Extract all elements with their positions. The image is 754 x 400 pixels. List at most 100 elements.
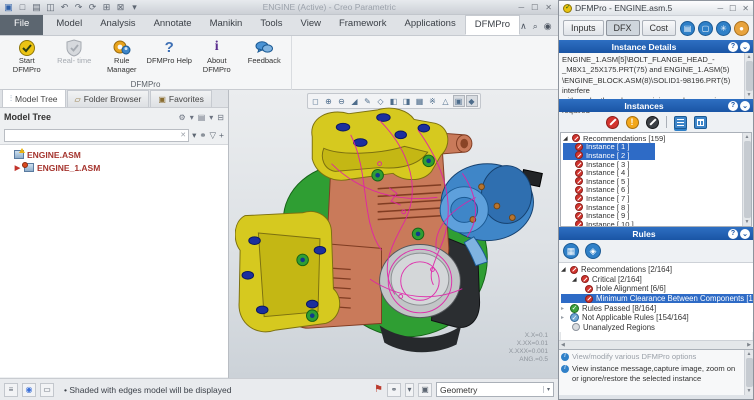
search-icon[interactable]: ⌕ (533, 21, 538, 32)
tree-collapse-icon[interactable]: ⊟ (217, 113, 224, 122)
sync-icon[interactable]: ◉ (544, 21, 552, 32)
rule-row-unanalyzed[interactable]: Unanalyzed Regions (561, 323, 753, 332)
clear-results-icon[interactable]: ▢ (698, 21, 713, 36)
tab-file[interactable]: File (0, 15, 43, 35)
find-tool-icon[interactable]: ⚭ (387, 383, 401, 397)
rule-manager-button[interactable]: Rule Manager (99, 38, 145, 80)
add-filter-icon[interactable]: + (219, 130, 224, 140)
find-caret[interactable]: ▾ (405, 383, 414, 397)
options-icon[interactable]: ● (734, 21, 749, 36)
dfmpro-maximize-button[interactable]: ☐ (729, 4, 736, 13)
instance-row[interactable]: Instance [ 8 ] (563, 203, 742, 212)
tree-columns-caret[interactable]: ▾ (209, 113, 213, 122)
instance-row[interactable]: Instance [ 7 ] (563, 194, 742, 203)
tab-folder-browser[interactable]: ▱ Folder Browser (67, 90, 150, 107)
tree-filters-icon[interactable]: ⚙ (179, 113, 186, 122)
hint-scrollbar[interactable]: ▲▼ (744, 350, 753, 395)
instance-row[interactable]: Instance [ 1 ] (563, 143, 655, 152)
undo-icon[interactable]: ↶ (59, 3, 70, 12)
details-scrollbar[interactable]: ▲▼ (744, 53, 753, 99)
rules-collapse-icon[interactable]: ⌄ (740, 229, 750, 239)
tab-view[interactable]: View (292, 15, 330, 35)
instance-chart-icon[interactable] (694, 116, 707, 129)
regenerate-icon[interactable]: ⟳ (87, 3, 98, 12)
tab-manikin[interactable]: Manikin (201, 15, 252, 35)
instances-header[interactable]: Instances ? ⌄ (559, 99, 753, 112)
instances-collapse-icon[interactable]: ⌄ (740, 101, 750, 111)
rule-row-critical[interactable]: ◢ Critical [2/164] (561, 275, 753, 285)
redo-icon[interactable]: ↷ (73, 3, 84, 12)
rules-horizontal-scrollbar[interactable]: ◀▶ (559, 340, 753, 349)
rules-header[interactable]: Rules ? ⌄ (559, 227, 753, 240)
tree-node-engine-1-asm[interactable]: ▶ ENGINE_1.ASM (4, 161, 228, 174)
tree-search-input[interactable]: ✕ (4, 129, 189, 142)
tab-favorites[interactable]: ▣ Favorites (150, 90, 212, 107)
instance-row[interactable]: Instance [ 4 ] (563, 168, 742, 177)
tab-analysis[interactable]: Analysis (91, 15, 144, 35)
instance-row[interactable]: Instance [ 3 ] (563, 160, 742, 169)
tab-dfx[interactable]: DFX (606, 20, 640, 36)
feedback-button[interactable]: Feedback (242, 38, 288, 80)
rules-help-icon[interactable]: ? (728, 229, 738, 239)
rule-row-hole-alignment[interactable]: Hole Alignment [6/6] (561, 284, 753, 294)
close-button[interactable]: ✕ (545, 3, 552, 12)
selection-filter-caret[interactable]: ▾ (543, 386, 550, 393)
instance-row[interactable]: Instance [ 5 ] (563, 177, 742, 186)
search-options-caret[interactable]: ▾ (192, 130, 196, 141)
expand-arrow-icon[interactable]: ▸ (561, 305, 567, 312)
collapse-arrow-icon[interactable]: ◢ (561, 266, 567, 273)
filter-icon[interactable]: ▽ (209, 130, 216, 141)
rules-list-view-icon[interactable]: ▦ (563, 243, 579, 259)
instance-row[interactable]: Instance [ 2 ] (563, 151, 655, 160)
maximize-button[interactable]: ☐ (531, 3, 538, 12)
save-icon[interactable]: ◫ (45, 3, 56, 12)
new-file-icon[interactable]: □ (17, 3, 28, 12)
instance-row[interactable]: Instance [ 6 ] (563, 186, 742, 195)
tab-tools[interactable]: Tools (251, 15, 291, 35)
instances-help-icon[interactable]: ? (728, 101, 738, 111)
about-dfmpro-button[interactable]: i About DFMPro (194, 38, 240, 80)
dfmpro-help-button[interactable]: ? DFMPro Help (147, 38, 193, 80)
close-window-icon[interactable]: ⊠ (115, 3, 126, 12)
dfmpro-close-button[interactable]: ✕ (742, 4, 749, 13)
warning-instances-icon[interactable]: ! (626, 116, 639, 129)
instance-details-header[interactable]: Instance Details ? ⌄ (559, 40, 753, 53)
expand-arrow-icon[interactable]: ▸ (561, 314, 567, 321)
open-file-icon[interactable]: ▤ (31, 3, 42, 12)
instances-root-row[interactable]: ◢ Recommendations [159] (563, 134, 742, 143)
rule-row-minimum-clearance[interactable]: Minimum Clearance Between Components [15… (561, 294, 753, 304)
minimize-ribbon-icon[interactable]: ∧ (520, 21, 527, 32)
app-icon[interactable]: ▣ (3, 3, 14, 12)
start-dfmpro-button[interactable]: Start DFMPro (4, 38, 50, 80)
find-icon[interactable]: ⚭ (199, 130, 206, 141)
instances-scrollbar[interactable]: ▲▼ (742, 133, 751, 226)
expand-arrow-icon[interactable]: ▶ (14, 164, 21, 172)
failed-instances-icon[interactable] (606, 116, 619, 129)
report-icon[interactable]: ▤ (680, 21, 695, 36)
settings-icon[interactable]: ✳ (716, 21, 731, 36)
select-box-icon[interactable]: ▣ (418, 383, 432, 397)
tab-applications[interactable]: Applications (395, 15, 464, 35)
tab-dfmpro[interactable]: DFMPro (465, 15, 520, 35)
engine-3d-model[interactable] (235, 106, 553, 358)
customize-qat-icon[interactable]: ▾ (129, 3, 140, 12)
details-help-icon[interactable]: ? (728, 42, 738, 52)
windows-icon[interactable]: ⊞ (101, 3, 112, 12)
tree-filters-caret[interactable]: ▾ (190, 113, 194, 122)
collapse-arrow-icon[interactable]: ◢ (563, 135, 569, 142)
ignored-instances-icon[interactable] (646, 116, 659, 129)
details-collapse-icon[interactable]: ⌄ (740, 42, 750, 52)
tab-annotate[interactable]: Annotate (145, 15, 201, 35)
rule-row-not-applicable[interactable]: ▸ ✓ Not Applicable Rules [154/164] (561, 313, 753, 323)
tab-framework[interactable]: Framework (330, 15, 396, 35)
tree-node-engine-asm[interactable]: ENGINE.ASM (4, 148, 228, 161)
navigator-toggle-icon[interactable]: ≡ (4, 383, 18, 397)
clear-search-icon[interactable]: ✕ (180, 131, 188, 139)
tree-columns-icon[interactable]: ▤ (198, 113, 206, 122)
selection-filter-dropdown[interactable]: Geometry ▾ (436, 382, 554, 397)
instance-row[interactable]: Instance [ 9 ] (563, 211, 742, 220)
browser-toggle-icon[interactable]: ◉ (22, 383, 36, 397)
tab-model-tree[interactable]: ⫶ Model Tree (2, 89, 66, 107)
graphics-area[interactable]: ◻ ⊕ ⊖ ◢ ✎ ◇ ◧ ◨ ▦ ※ △ ▣ ◆ (229, 90, 558, 378)
instance-row[interactable]: Instance [ 10 ] (563, 220, 742, 226)
